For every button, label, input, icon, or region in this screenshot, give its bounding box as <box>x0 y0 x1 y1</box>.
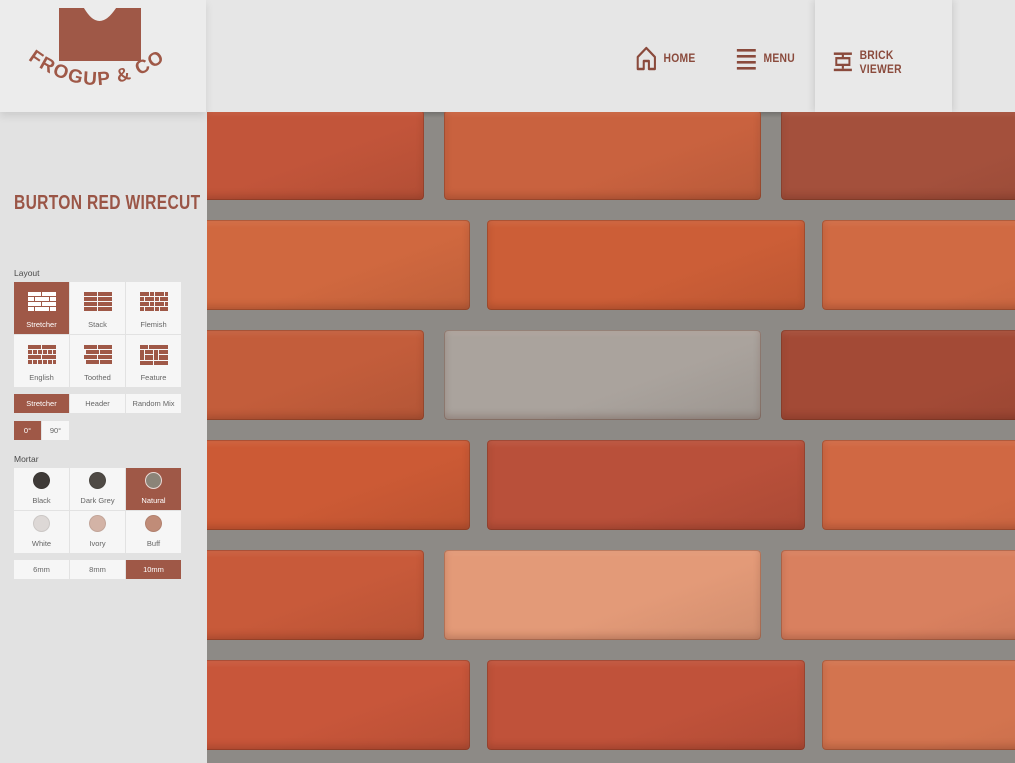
mortar-option-label: Black <box>32 496 51 505</box>
angle-option-0[interactable]: 0° <box>14 421 41 440</box>
toothed-bond-icon <box>83 345 112 364</box>
brick <box>444 330 761 420</box>
mortar-option-label: Ivory <box>89 539 106 548</box>
feature-bond-icon <box>139 345 168 365</box>
english-bond-icon <box>27 345 56 364</box>
layout-option-label: Toothed <box>84 373 111 382</box>
nav-menu-button[interactable]: MENU <box>736 42 795 74</box>
layout-option-label: Stack <box>88 320 107 329</box>
top-header: FROGUP & CO HOME MENU BRICK VIEWER <box>0 0 1015 112</box>
brick <box>822 440 1015 530</box>
brick-wall-preview[interactable] <box>207 112 1015 763</box>
mortar-swatch <box>33 472 50 489</box>
mortar-option-black[interactable]: Black <box>14 468 69 510</box>
home-icon <box>636 46 656 71</box>
layout-option-label: Feature <box>140 373 167 382</box>
mortar-color-grid: Black Dark Grey Natural White Ivory Buff <box>14 468 181 553</box>
mortar-section-label: Mortar <box>14 454 39 464</box>
layout-option-toothed[interactable]: Toothed <box>70 335 125 387</box>
mortar-swatch <box>33 515 50 532</box>
brick-viewer-tab[interactable]: BRICK VIEWER <box>815 0 952 112</box>
layout-option-label: English <box>29 373 54 382</box>
brick <box>781 330 1015 420</box>
nav-brick-viewer[interactable]: BRICK VIEWER <box>833 46 935 78</box>
brick <box>444 112 761 200</box>
brick-viewer-icon <box>833 52 852 72</box>
mortar-option-white[interactable]: White <box>14 511 69 553</box>
layout-option-feature[interactable]: Feature <box>126 335 181 387</box>
brick <box>781 550 1015 640</box>
brick <box>207 112 424 200</box>
brick <box>207 220 470 310</box>
brick <box>207 330 424 420</box>
angle-option-90[interactable]: 90° <box>42 421 69 440</box>
brick <box>487 440 805 530</box>
stack-bond-icon <box>83 292 112 311</box>
layout-option-stack[interactable]: Stack <box>70 282 125 334</box>
layout-section-label: Layout <box>14 268 40 278</box>
flemish-bond-icon <box>139 292 168 311</box>
layout-option-english[interactable]: English <box>14 335 69 387</box>
layout-option-flemish[interactable]: Flemish <box>126 282 181 334</box>
layout-option-stretcher[interactable]: Stretcher <box>14 282 69 334</box>
brick <box>487 660 805 750</box>
brick <box>444 550 761 640</box>
brick <box>781 112 1015 200</box>
layout-option-label: Stretcher <box>26 320 57 329</box>
mortar-thickness-8mm[interactable]: 8mm <box>70 560 125 579</box>
brand-logo-icon: FROGUP & CO <box>25 8 167 90</box>
product-title: BURTON RED WIRECUT <box>14 192 201 214</box>
brand-logo[interactable]: FROGUP & CO <box>0 0 206 112</box>
mortar-swatch <box>145 472 162 489</box>
mortar-thickness-10mm[interactable]: 10mm <box>126 560 181 579</box>
brick <box>822 220 1015 310</box>
angle-options: 0° 90° <box>14 421 69 440</box>
mortar-swatch <box>89 515 106 532</box>
layout-option-label: Flemish <box>140 320 167 329</box>
stretcher-bond-icon <box>27 292 56 311</box>
mortar-option-label: White <box>31 539 52 548</box>
pattern-option-header[interactable]: Header <box>70 394 125 413</box>
brick <box>207 550 424 640</box>
nav-brick-viewer-label: BRICK VIEWER <box>859 48 902 76</box>
pattern-option-stretcher[interactable]: Stretcher <box>14 394 69 413</box>
mortar-swatch <box>145 515 162 532</box>
brick <box>822 660 1015 750</box>
mortar-thickness-options: 6mm 8mm 10mm <box>14 560 181 579</box>
mortar-option-buff[interactable]: Buff <box>126 511 181 553</box>
mortar-thickness-6mm[interactable]: 6mm <box>14 560 69 579</box>
pattern-option-random-mix[interactable]: Random Mix <box>126 394 181 413</box>
mortar-option-natural[interactable]: Natural <box>126 468 181 510</box>
brick-options-sidebar: BURTON RED WIRECUT Layout Stretcher Stack… <box>0 112 206 763</box>
brick <box>207 440 470 530</box>
brick <box>207 660 470 750</box>
pattern-options: Stretcher Header Random Mix <box>14 394 181 413</box>
mortar-option-ivory[interactable]: Ivory <box>70 511 125 553</box>
brick <box>487 220 805 310</box>
mortar-option-dark-grey[interactable]: Dark Grey <box>70 468 125 510</box>
hamburger-menu-icon <box>736 49 756 70</box>
mortar-option-label: Dark Grey <box>80 496 115 505</box>
nav-home-label: HOME <box>663 51 696 65</box>
nav-home-link[interactable]: HOME <box>636 42 696 74</box>
mortar-option-label: Natural <box>141 496 166 505</box>
layout-options-grid: Stretcher Stack Flemish English Toothed Featu… <box>14 282 181 387</box>
nav-menu-label: MENU <box>763 51 795 65</box>
mortar-option-label: Buff <box>146 539 161 548</box>
mortar-swatch <box>89 472 106 489</box>
